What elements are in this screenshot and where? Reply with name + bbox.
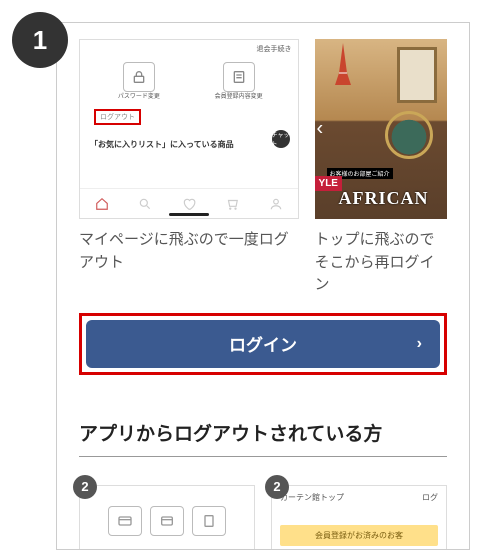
mini2-yellow-banner: 会員登録がお済みのお客 [280,525,438,546]
caption-left: マイページに飛ぶので一度ログアウト [79,229,299,274]
login-button[interactable]: ログイン › [86,320,440,368]
back-arrow-icon: ‹ [317,118,324,141]
mypage-tiles: パスワード変更 会員登録内容変更 [80,58,298,103]
preview-row: 退会手続き パスワード変更 会員登録内容変更 [79,39,447,297]
sub-badge-left: 2 [73,475,97,499]
preview2-right: 2 カーテン館トップ ログ 会員登録がお済みのお客 [271,485,447,550]
tile-member-info: 会員登録内容変更 [194,62,284,101]
mini2-title: カーテン館トップ [280,492,344,503]
preview-toppage: ‹ お客様のお部屋ご紹介 YLE AFRICAN トップに飛ぶのでそこから再ログ… [315,39,447,297]
form-icon [223,62,255,92]
screenshot2-left [79,485,255,550]
bottom-nav [80,188,298,218]
chair [385,111,433,159]
login-highlight: ログイン › [79,313,447,375]
instruction-frame: 退会手続き パスワード変更 会員登録内容変更 [56,22,470,550]
login-button-label: ログイン [229,331,297,356]
user-icon [268,196,284,212]
wall-art [397,47,437,103]
mini2-login-link: ログ [422,492,438,503]
mypage-withdraw-link: 退会手続き [257,44,292,54]
sub-badge-right: 2 [265,475,289,499]
step-badge: 1 [12,12,68,68]
chat-icon: チャット [272,130,290,148]
heart-icon [181,196,197,212]
doc-icon [192,506,226,536]
tokyo-tower-icon [333,43,353,85]
caption-right: トップに飛ぶのでそこから再ログイン [315,229,447,297]
search-icon [137,196,153,212]
tile-label: パスワード変更 [118,94,160,101]
tile-password: パスワード変更 [94,62,184,101]
wallet-icon [150,506,184,536]
banner-title: AFRICAN [339,188,429,209]
logout-highlight: ログアウト [94,109,141,125]
toppage-screenshot: ‹ お客様のお部屋ご紹介 YLE AFRICAN [315,39,447,219]
home-indicator [169,213,209,216]
section-heading: アプリからログアウトされている方 [79,419,447,457]
chevron-right-icon: › [417,335,422,353]
preview-row-2: 2 2 カーテン館トップ [79,485,447,550]
favorite-heading: 「お気に入りリスト」に入っている商品 [80,139,298,150]
card-icon [108,506,142,536]
lock-icon [123,62,155,92]
tile-label: 会員登録内容変更 [215,94,263,101]
screenshot2-right: カーテン館トップ ログ 会員登録がお済みのお客 [271,485,447,550]
home-icon [94,196,110,212]
preview2-left: 2 [79,485,255,550]
cart-icon [224,196,240,212]
preview-mypage: 退会手続き パスワード変更 会員登録内容変更 [79,39,299,297]
mypage-screenshot: 退会手続き パスワード変更 会員登録内容変更 [79,39,299,219]
